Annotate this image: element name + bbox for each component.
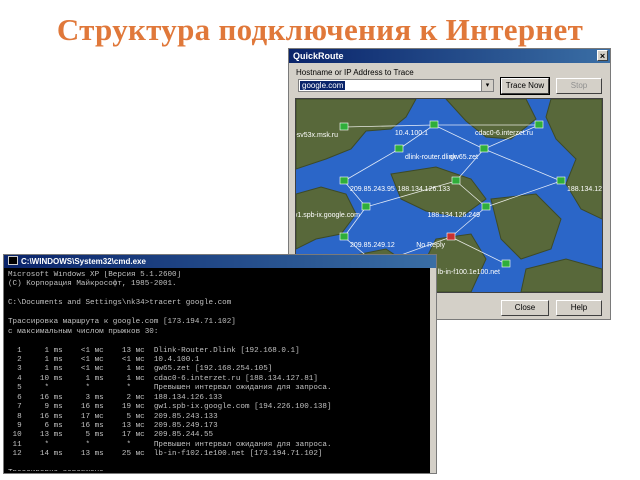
console-icon bbox=[8, 256, 18, 265]
console-line: 5 * * * Превышен интервал ожидания для з… bbox=[8, 384, 332, 393]
console-line: 1 1 ms <1 мс 13 мс Dlink-Router.Dlink [1… bbox=[8, 346, 300, 355]
computer-node-icon bbox=[451, 176, 461, 185]
computer-node-icon bbox=[556, 176, 566, 185]
node-label: gw1.spb-ix.google.com bbox=[296, 212, 360, 219]
computer-node-icon bbox=[339, 232, 349, 241]
node-label: dlink-router.dlink bbox=[405, 154, 456, 161]
console-line: Трассировка завершена. bbox=[8, 469, 430, 471]
console-line: 12 14 ms 13 ms 25 мс lb-in-f102.1e100.ne… bbox=[8, 450, 323, 459]
computer-node-icon bbox=[429, 120, 439, 129]
console-line: 2 1 ms <1 мс <1 мс 10.4.100.1 bbox=[8, 355, 200, 364]
node-label: cdac0-6.interzet.ru bbox=[475, 130, 533, 137]
computer-node-icon bbox=[339, 176, 349, 185]
console-line: C:\Documents and Settings\nk34>tracert g… bbox=[8, 299, 232, 308]
computer-node-icon bbox=[534, 120, 544, 129]
cmd-title: C:\WINDOWS\System32\cmd.exe bbox=[21, 257, 146, 266]
node-label: 188.134.126.133 bbox=[397, 186, 450, 193]
close-icon[interactable]: × bbox=[597, 50, 608, 61]
computer-node-icon bbox=[479, 144, 489, 153]
quickroute-titlebar: QuickRoute × bbox=[289, 49, 610, 63]
node-label: gw65.zet bbox=[450, 154, 478, 161]
hostname-combobox[interactable]: google.com ▾ bbox=[298, 79, 494, 92]
computer-node-icon bbox=[394, 144, 404, 153]
console-line: 11 * * * Превышен интервал ожидания для … bbox=[8, 440, 332, 449]
slide-title: Структура подключения к Интернет bbox=[56, 12, 584, 47]
chevron-down-icon[interactable]: ▾ bbox=[481, 80, 493, 91]
console-line: 8 16 ms 17 мс 5 мс 209.85.243.133 bbox=[8, 412, 218, 421]
node-label: 222-sv53x.msk.ru bbox=[296, 132, 338, 139]
node-label: 188.134.126.249 bbox=[427, 212, 480, 219]
console-line: 6 16 ms 3 ms 2 мс 188.134.126.133 bbox=[8, 393, 223, 402]
node-label: 209.85.243.95 bbox=[350, 186, 395, 193]
quickroute-title: QuickRoute bbox=[293, 51, 344, 61]
console-line: Трассировка маршрута к google.com [173.1… bbox=[8, 318, 236, 327]
stop-button[interactable]: Stop bbox=[556, 78, 602, 94]
close-button[interactable]: Close bbox=[501, 300, 549, 316]
cmd-window: C:\WINDOWS\System32\cmd.exe Microsoft Wi… bbox=[3, 254, 437, 474]
node-label: 188.134.126.201 bbox=[567, 186, 602, 193]
computer-node-icon bbox=[446, 232, 456, 241]
help-button[interactable]: Help bbox=[556, 300, 602, 316]
hostname-label: Hostname or IP Address to Trace bbox=[296, 68, 414, 77]
console-line: 7 9 ms 16 ms 19 мс gw1.spb-ix.google.com… bbox=[8, 403, 332, 412]
hostname-value: google.com bbox=[300, 81, 346, 90]
console-line: 10 13 ms 5 ms 17 мс 209.85.244.55 bbox=[8, 431, 214, 440]
node-label: No Reply bbox=[416, 242, 445, 249]
node-label: 10.4.100.1 bbox=[395, 130, 428, 137]
computer-node-icon bbox=[501, 259, 511, 268]
cmd-titlebar: C:\WINDOWS\System32\cmd.exe bbox=[4, 255, 436, 268]
console-line: (С) Корпорация Майкрософт, 1985-2001. bbox=[8, 280, 177, 289]
node-label: lb-in-f100.1e100.net bbox=[438, 269, 500, 276]
trace-now-button[interactable]: Trace Now bbox=[500, 77, 550, 95]
scrollbar[interactable] bbox=[430, 268, 436, 473]
console-line: 3 1 ms <1 мс 1 мс gw65.zet [192.168.254.… bbox=[8, 365, 273, 374]
computer-node-icon bbox=[361, 202, 371, 211]
console-output[interactable]: Microsoft Windows XP [Версия 5.1.2600] (С… bbox=[8, 271, 430, 471]
console-line: 9 6 ms 16 ms 13 мс 209.85.249.173 bbox=[8, 422, 218, 430]
node-label: 209.85.249.12 bbox=[350, 242, 395, 249]
console-line: с максимальным числом прыжков 30: bbox=[8, 327, 159, 336]
console-line: 4 10 ms 1 ms 1 мс cdac0-6.interzet.ru [1… bbox=[8, 374, 318, 383]
computer-node-icon bbox=[481, 202, 491, 211]
computer-node-icon bbox=[339, 122, 349, 131]
